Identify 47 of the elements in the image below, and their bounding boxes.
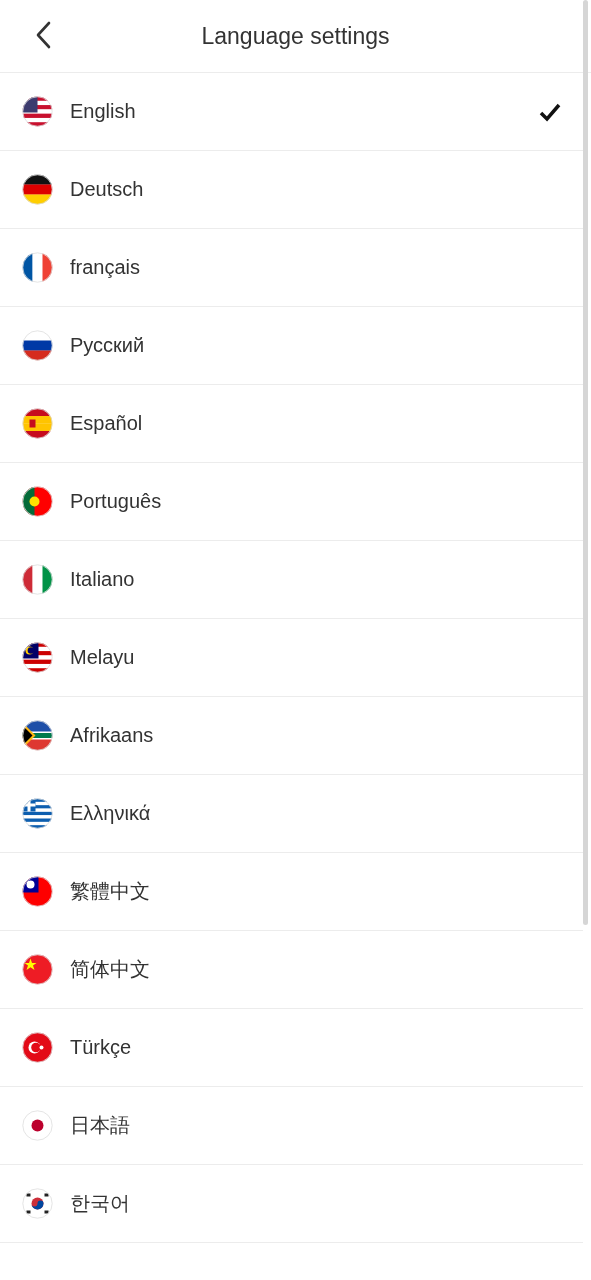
language-item[interactable]: Italiano <box>0 541 583 619</box>
flag-icon <box>22 1188 53 1219</box>
language-item[interactable]: English <box>0 73 583 151</box>
language-item[interactable]: Português <box>0 463 583 541</box>
language-name: Ελληνικά <box>70 802 152 825</box>
language-item[interactable]: 한국어 <box>0 1165 583 1243</box>
flag-icon <box>22 408 53 439</box>
language-name: 한국어 <box>70 1191 131 1216</box>
language-item[interactable]: Ελληνικά <box>0 775 583 853</box>
language-name: 繁體中文 <box>70 879 151 904</box>
language-name: Italiano <box>70 568 136 591</box>
flag-icon <box>22 798 53 829</box>
flag-icon <box>22 330 53 361</box>
language-item[interactable]: Español <box>0 385 583 463</box>
language-item[interactable]: Melayu <box>0 619 583 697</box>
flag-icon <box>22 174 53 205</box>
flag-icon <box>22 954 53 985</box>
language-item[interactable]: 简体中文 <box>0 931 583 1009</box>
language-name: Afrikaans <box>70 724 155 747</box>
language-name: Melayu <box>70 646 136 669</box>
language-item[interactable]: Deutsch <box>0 151 583 229</box>
chevron-left-icon <box>35 21 51 49</box>
language-item[interactable]: Türkçe <box>0 1009 583 1087</box>
flag-icon <box>22 486 53 517</box>
flag-icon <box>22 1032 53 1063</box>
language-name: Русский <box>70 334 146 357</box>
flag-icon <box>22 720 53 751</box>
language-item[interactable]: 繁體中文 <box>0 853 583 931</box>
flag-icon <box>22 642 53 673</box>
language-item[interactable]: Русский <box>0 307 583 385</box>
language-name: Deutsch <box>70 178 145 201</box>
language-name: Español <box>70 412 144 435</box>
language-name: Português <box>70 490 163 513</box>
language-name: Türkçe <box>70 1036 133 1059</box>
language-item[interactable]: Afrikaans <box>0 697 583 775</box>
language-name: 日本語 <box>70 1113 131 1138</box>
flag-icon <box>22 564 53 595</box>
language-name: français <box>70 256 142 279</box>
page-title: Language settings <box>201 22 390 50</box>
flag-icon <box>22 96 53 127</box>
flag-icon <box>22 1110 53 1141</box>
flag-icon <box>22 876 53 907</box>
language-name: English <box>70 100 137 123</box>
language-item[interactable]: français <box>0 229 583 307</box>
flag-icon <box>22 252 53 283</box>
language-item[interactable]: 日本語 <box>0 1087 583 1165</box>
language-name: 简体中文 <box>70 957 151 982</box>
